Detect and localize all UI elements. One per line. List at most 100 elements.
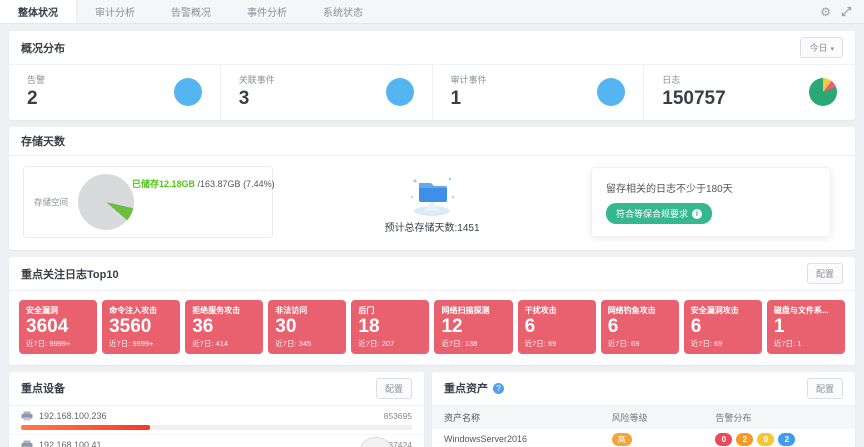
stat-label: 日志 <box>662 73 725 86</box>
log-card-value: 3560 <box>109 316 173 338</box>
log-card-5[interactable]: 后门 18 近7日: 207 <box>351 300 429 354</box>
date-filter-button[interactable]: 今日▾ <box>800 37 843 58</box>
assets-title: 重点资产 <box>444 380 488 396</box>
devices-title: 重点设备 <box>21 380 65 396</box>
log-card-value: 6 <box>691 316 755 338</box>
storage-space-panel: 存储空间 已储存12.18GB /163.87GB (7.44%) <box>23 166 273 238</box>
log-card-2[interactable]: 命令注入攻击 3560 近7日: 9999+ <box>102 300 180 354</box>
stat-correlated-events[interactable]: 关联事件 3 <box>221 65 433 120</box>
devices-config-button[interactable]: 配置 <box>376 378 412 399</box>
tab-system-status[interactable]: 系统状态 <box>305 0 381 23</box>
device-bar-track <box>21 425 412 430</box>
audit-circle-icon <box>597 78 625 106</box>
overview-stats: 告警 2 关联事件 3 审计事件 1 日志 150757 <box>9 65 855 120</box>
assets-table: 资产名称 风险等级 告警分布 WindowsServer2016 高 0 2 0… <box>432 406 855 447</box>
key-assets-card: 重点资产 ? 配置 资产名称 风险等级 告警分布 WindowsServer20… <box>432 372 855 447</box>
tabbar-actions: ⚙ <box>820 0 864 23</box>
folder-illustration-icon <box>405 171 459 217</box>
stat-audit-events[interactable]: 审计事件 1 <box>433 65 645 120</box>
log-card-recent: 近7日: 9999+ <box>26 338 90 349</box>
log-card-title: 干扰攻击 <box>525 305 589 316</box>
stat-label: 关联事件 <box>239 73 275 86</box>
storage-used-value: 已储存12.18GB <box>132 179 195 189</box>
log-card-9[interactable]: 安全漏洞攻击 6 近7日: 69 <box>684 300 762 354</box>
storage-pie-chart <box>78 174 134 230</box>
risk-badge: 高 <box>612 433 632 446</box>
help-icon[interactable]: ? <box>493 383 504 394</box>
log-card-recent: 近7日: 414 <box>192 338 256 349</box>
compliance-text: 留存相关的日志不少于180天 <box>606 180 816 195</box>
tab-event-analysis[interactable]: 事件分析 <box>229 0 305 23</box>
log-card-title: 非法访问 <box>275 305 339 316</box>
log-card-recent: 近7日: 69 <box>608 338 672 349</box>
log-card-3[interactable]: 拒绝服务攻击 36 近7日: 414 <box>185 300 263 354</box>
log-card-value: 36 <box>192 316 256 338</box>
col-alarm-distribution: 告警分布 <box>715 411 843 424</box>
storage-title: 存储天数 <box>21 133 65 149</box>
chevron-down-icon: ▾ <box>830 46 834 53</box>
storage-header: 存储天数 <box>9 127 855 156</box>
log-card-title: 安全漏洞攻击 <box>691 305 755 316</box>
device-ip[interactable]: 192.168.100.236 <box>39 411 107 421</box>
info-icon: i <box>692 209 702 219</box>
overview-header: 概况分布 今日▾ <box>9 31 855 65</box>
log-card-title: 网络钓鱼攻击 <box>608 305 672 316</box>
log-card-recent: 近7日: 138 <box>441 338 505 349</box>
stat-value: 3 <box>239 88 275 110</box>
log-card-recent: 近7日: 9999+ <box>109 338 173 349</box>
stat-value: 150757 <box>662 88 725 110</box>
log-card-title: 命令注入攻击 <box>109 305 173 316</box>
compliance-panel: 留存相关的日志不少于180天 符合等保合规要求 i <box>591 167 831 237</box>
top-tab-bar: 整体状况 审计分析 告警概况 事件分析 系统状态 ⚙ <box>0 0 864 24</box>
log-card-10[interactable]: 磁盘与文件系... 1 近7日: 1 <box>767 300 845 354</box>
printer-icon <box>21 411 33 421</box>
stat-logs[interactable]: 日志 150757 <box>644 65 855 120</box>
log-card-value: 6 <box>608 316 672 338</box>
storage-usage-text: 已储存12.18GB /163.87GB (7.44%) <box>132 177 275 190</box>
alarm-count-high: 2 <box>736 433 753 446</box>
alert-circle-icon <box>174 78 202 106</box>
storage-days-panel: 预计总存储天数:1451 <box>293 171 571 234</box>
log-card-value: 6 <box>525 316 589 338</box>
gear-icon[interactable]: ⚙ <box>820 6 831 18</box>
bottom-row: 重点设备 配置 192.168.100.236 853695 192.168.1… <box>9 372 855 447</box>
stat-label: 告警 <box>27 73 45 86</box>
overview-card: 概况分布 今日▾ 告警 2 关联事件 3 审计事件 1 <box>9 31 855 120</box>
storage-total-value: /163.87GB (7.44%) <box>195 179 275 189</box>
device-row: 192.168.100.236 853695 <box>9 406 424 435</box>
fullscreen-icon[interactable] <box>841 6 852 17</box>
tab-audit-analysis[interactable]: 审计分析 <box>77 0 153 23</box>
assets-table-header: 资产名称 风险等级 告警分布 <box>432 406 855 429</box>
log-pie-chart-icon <box>809 78 837 106</box>
assets-header: 重点资产 ? 配置 <box>432 372 855 406</box>
log-card-7[interactable]: 干扰攻击 6 近7日: 69 <box>518 300 596 354</box>
log-card-6[interactable]: 网络扫描探测 12 近7日: 138 <box>434 300 512 354</box>
stat-value: 1 <box>451 88 487 110</box>
alarm-count-medium: 0 <box>757 433 774 446</box>
col-asset-name: 资产名称 <box>444 411 612 424</box>
log-card-value: 18 <box>358 316 422 338</box>
log-card-title: 安全漏洞 <box>26 305 90 316</box>
log-card-value: 3604 <box>26 316 90 338</box>
log-card-value: 30 <box>275 316 339 338</box>
storage-body: 存储空间 已储存12.18GB /163.87GB (7.44%) 预计总存储天… <box>9 156 855 250</box>
device-bar-fill <box>21 425 150 430</box>
top-logs-config-button[interactable]: 配置 <box>807 263 843 284</box>
log-card-8[interactable]: 网络钓鱼攻击 6 近7日: 69 <box>601 300 679 354</box>
log-card-4[interactable]: 非法访问 30 近7日: 345 <box>268 300 346 354</box>
asset-row[interactable]: WindowsServer2016 高 0 2 0 2 <box>432 429 855 447</box>
date-filter-label: 今日 <box>809 43 827 53</box>
tab-overall-status[interactable]: 整体状况 <box>0 0 77 23</box>
compliance-badge-button[interactable]: 符合等保合规要求 i <box>606 203 712 224</box>
top-logs-card: 重点关注日志Top10 配置 安全漏洞 3604 近7日: 9999+ 命令注入… <box>9 257 855 365</box>
log-card-1[interactable]: 安全漏洞 3604 近7日: 9999+ <box>19 300 97 354</box>
top-logs-title: 重点关注日志Top10 <box>21 266 119 282</box>
device-ip[interactable]: 192.168.100.41 <box>39 440 102 447</box>
printer-icon <box>21 440 33 447</box>
col-risk-level: 风险等级 <box>612 411 716 424</box>
log-card-value: 12 <box>441 316 505 338</box>
stat-alerts[interactable]: 告警 2 <box>9 65 221 120</box>
storage-space-label: 存储空间 <box>34 196 68 208</box>
tab-alert-overview[interactable]: 告警概况 <box>153 0 229 23</box>
assets-config-button[interactable]: 配置 <box>807 378 843 399</box>
